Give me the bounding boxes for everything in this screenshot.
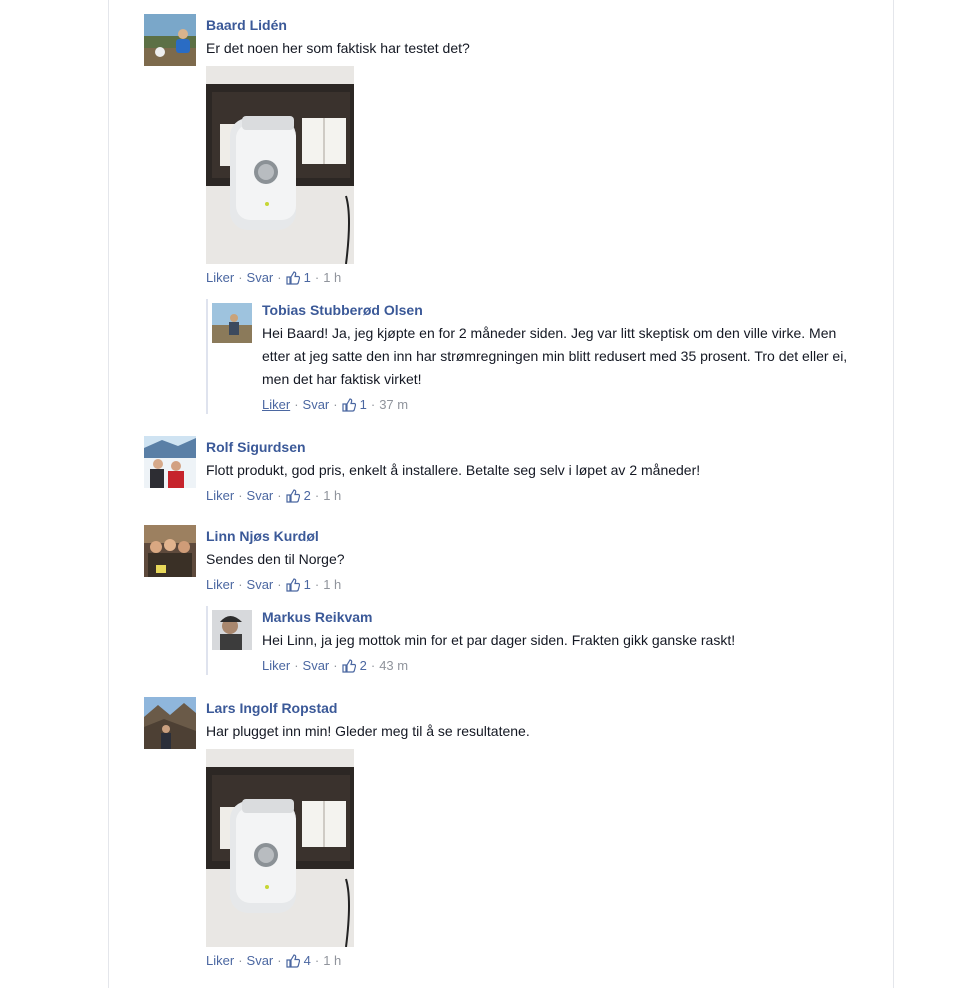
comment-text: Hei Linn, ja jeg mottok min for et par d… (262, 632, 736, 648)
separator: · (314, 577, 320, 592)
comment-photo[interactable] (206, 66, 354, 265)
separator: · (238, 488, 243, 503)
separator: · (277, 953, 282, 968)
replies: Markus Reikvam Hei Linn, ja jeg mottok m… (206, 606, 864, 675)
thumbs-up-icon[interactable] (342, 659, 356, 673)
reply-tobias: Tobias Stubberød Olsen Hei Baard! Ja, je… (212, 299, 864, 414)
reply-link[interactable]: Svar (247, 269, 274, 287)
separator: · (277, 488, 282, 503)
like-count: 1 (303, 577, 311, 592)
like-link[interactable]: Liker (206, 952, 234, 970)
comment-actions: Liker · Svar · 1 · 1 h (206, 269, 864, 287)
comment-photo[interactable] (206, 749, 354, 948)
reply-link[interactable]: Svar (303, 657, 330, 675)
timestamp[interactable]: 1 h (323, 487, 341, 505)
separator: · (277, 577, 282, 592)
author-name[interactable]: Rolf Sigurdsen (206, 438, 864, 456)
separator: · (314, 270, 320, 285)
separator: · (370, 397, 376, 412)
comment-body: Lars Ingolf Ropstad Har plugget inn min!… (206, 697, 864, 970)
separator: · (238, 270, 243, 285)
replies: Tobias Stubberød Olsen Hei Baard! Ja, je… (206, 299, 864, 414)
like-link[interactable]: Liker (206, 487, 234, 505)
timestamp[interactable]: 1 h (323, 952, 341, 970)
author-name[interactable]: Markus Reikvam (262, 608, 864, 626)
avatar[interactable] (212, 610, 252, 650)
comment-body: Linn Njøs Kurdøl Sendes den til Norge? L… (206, 525, 864, 675)
comment-actions: Liker · Svar · 2 · 1 h (206, 487, 864, 505)
comment-actions: Liker · Svar · 1 · 1 h (206, 576, 864, 594)
like-count: 1 (359, 397, 367, 412)
comment-actions: Liker · Svar · 2 · 43 m (262, 657, 864, 675)
author-name[interactable]: Lars Ingolf Ropstad (206, 699, 864, 717)
separator: · (294, 397, 299, 412)
reply-link[interactable]: Svar (247, 487, 274, 505)
author-name[interactable]: Linn Njøs Kurdøl (206, 527, 864, 545)
like-link[interactable]: Liker (262, 396, 290, 414)
comment-text: Sendes den til Norge? (206, 551, 345, 567)
separator: · (333, 397, 338, 412)
avatar[interactable] (144, 697, 196, 749)
like-link[interactable]: Liker (206, 576, 234, 594)
thumbs-up-icon[interactable] (286, 271, 300, 285)
separator: · (314, 953, 320, 968)
comment-lars: Lars Ingolf Ropstad Har plugget inn min!… (144, 697, 864, 970)
separator: · (238, 953, 243, 968)
separator: · (277, 270, 282, 285)
timestamp[interactable]: 1 h (323, 576, 341, 594)
like-count: 1 (303, 270, 311, 285)
comment-text: Er det noen her som faktisk har testet d… (206, 40, 470, 56)
like-count: 2 (303, 488, 311, 503)
comment-body: Baard Lidén Er det noen her som faktisk … (206, 14, 864, 414)
reply-link[interactable]: Svar (303, 396, 330, 414)
comment-actions: Liker · Svar · 1 · 37 m (262, 396, 864, 414)
separator: · (238, 577, 243, 592)
timestamp[interactable]: 1 h (323, 269, 341, 287)
thumbs-up-icon[interactable] (286, 578, 300, 592)
thumbs-up-icon[interactable] (342, 398, 356, 412)
comment-body: Tobias Stubberød Olsen Hei Baard! Ja, je… (262, 299, 864, 414)
comment-baard: Baard Lidén Er det noen her som faktisk … (144, 14, 864, 414)
like-count: 2 (359, 658, 367, 673)
comment-body: Rolf Sigurdsen Flott produkt, god pris, … (206, 436, 864, 505)
comment-rolf: Rolf Sigurdsen Flott produkt, god pris, … (144, 436, 864, 505)
avatar[interactable] (212, 303, 252, 343)
author-name[interactable]: Baard Lidén (206, 16, 864, 34)
reply-link[interactable]: Svar (247, 576, 274, 594)
separator: · (370, 658, 376, 673)
author-name[interactable]: Tobias Stubberød Olsen (262, 301, 864, 319)
comment-actions: Liker · Svar · 4 · 1 h (206, 952, 864, 970)
thumbs-up-icon[interactable] (286, 489, 300, 503)
separator: · (314, 488, 320, 503)
separator: · (294, 658, 299, 673)
reply-markus: Markus Reikvam Hei Linn, ja jeg mottok m… (212, 606, 864, 675)
comment-text: Flott produkt, god pris, enkelt å instal… (206, 462, 701, 478)
like-link[interactable]: Liker (206, 269, 234, 287)
avatar[interactable] (144, 436, 196, 488)
like-count: 4 (303, 953, 311, 968)
avatar[interactable] (144, 525, 196, 577)
comment-linn: Linn Njøs Kurdøl Sendes den til Norge? L… (144, 525, 864, 675)
comment-text: Har plugget inn min! Gleder meg til å se… (206, 723, 530, 739)
reply-link[interactable]: Svar (247, 952, 274, 970)
timestamp[interactable]: 37 m (379, 396, 408, 414)
avatar[interactable] (144, 14, 196, 66)
thumbs-up-icon[interactable] (286, 954, 300, 968)
comment-text: Hei Baard! Ja, jeg kjøpte en for 2 måned… (262, 325, 848, 387)
comment-body: Markus Reikvam Hei Linn, ja jeg mottok m… (262, 606, 864, 675)
timestamp[interactable]: 43 m (379, 657, 408, 675)
separator: · (333, 658, 338, 673)
comment-thread: Baard Lidén Er det noen her som faktisk … (144, 14, 864, 970)
like-link[interactable]: Liker (262, 657, 290, 675)
